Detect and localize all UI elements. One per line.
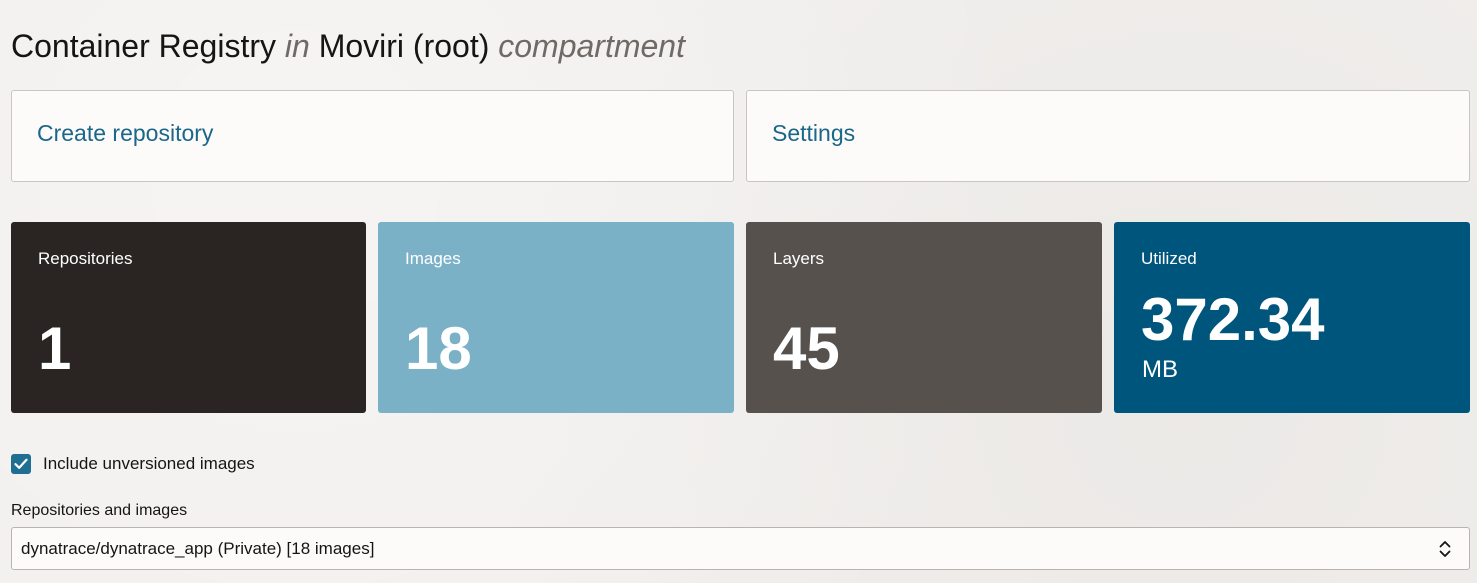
page-title-compartment-word: compartment (498, 28, 685, 64)
utilized-metric-tile: Utilized 372.34 MB (1114, 222, 1470, 413)
compartment-name: Moviri (root) (318, 28, 490, 64)
layers-metric-tile: Layers 45 (746, 222, 1102, 413)
repositories-metric-value: 1 (38, 315, 72, 382)
include-unversioned-row[interactable]: Include unversioned images (11, 453, 255, 475)
utilized-metric-label: Utilized (1141, 249, 1197, 268)
settings-link[interactable]: Settings (772, 118, 855, 148)
repositories-metric-tile: Repositories 1 (11, 222, 366, 413)
repositories-select-value: dynatrace/dynatrace_app (Private) [18 im… (21, 539, 375, 558)
page-title-in: in (284, 28, 310, 64)
checkmark-icon (14, 458, 28, 469)
chevron-up-down-icon (1439, 541, 1451, 557)
settings-card[interactable]: Settings (746, 90, 1470, 182)
create-repository-card[interactable]: Create repository (11, 90, 734, 182)
repositories-metric-label: Repositories (38, 249, 133, 268)
repositories-select-label: Repositories and images (11, 502, 188, 519)
include-unversioned-label[interactable]: Include unversioned images (43, 453, 255, 475)
include-unversioned-checkbox[interactable] (11, 454, 31, 474)
repositories-select[interactable]: dynatrace/dynatrace_app (Private) [18 im… (11, 527, 1470, 570)
layers-metric-value: 45 (773, 315, 840, 382)
utilized-metric-value: 372.34 (1141, 286, 1325, 353)
images-metric-label: Images (405, 249, 461, 268)
create-repository-link[interactable]: Create repository (37, 118, 213, 148)
utilized-metric-unit: MB (1142, 356, 1178, 383)
images-metric-value: 18 (405, 315, 472, 382)
page-title: Container Registry in Moviri (root) comp… (11, 26, 685, 66)
images-metric-tile: Images 18 (378, 222, 734, 413)
layers-metric-label: Layers (773, 249, 825, 268)
page-title-main: Container Registry (11, 28, 276, 64)
